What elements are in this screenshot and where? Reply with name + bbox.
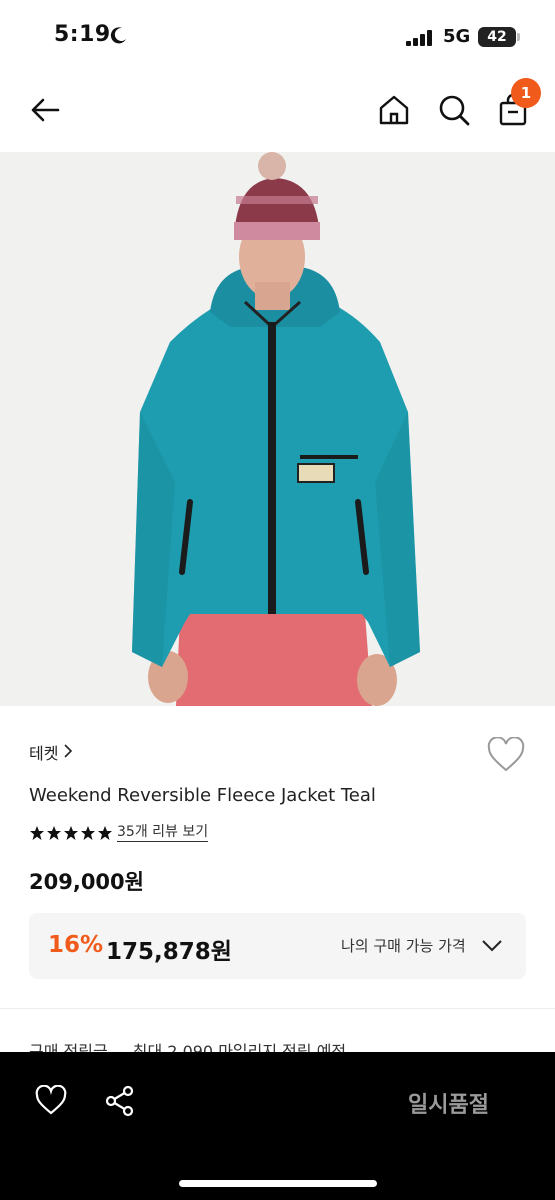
discount-rate: 16% xyxy=(48,932,104,958)
moon-icon xyxy=(110,27,126,44)
rating-stars xyxy=(29,825,113,841)
bottom-action-bar xyxy=(0,1052,555,1200)
star-icon xyxy=(98,826,112,840)
status-bar: 5:19 5G 42 xyxy=(0,0,555,72)
review-link[interactable]: 35개 리뷰 보기 xyxy=(117,823,209,842)
status-time: 5:19 xyxy=(54,22,111,47)
sale-price: 175,878원 xyxy=(106,939,232,965)
battery-level: 42 xyxy=(487,29,507,45)
home-indicator xyxy=(179,1180,377,1187)
chevron-down-icon[interactable] xyxy=(481,936,503,954)
search-icon[interactable] xyxy=(437,93,471,127)
signal-icon xyxy=(406,30,432,46)
star-icon xyxy=(47,826,61,840)
original-price: 209,000원 xyxy=(29,870,144,894)
share-icon[interactable] xyxy=(103,1084,137,1118)
star-icon xyxy=(30,826,44,840)
product-photo xyxy=(0,152,555,706)
cart-count-badge: 1 xyxy=(511,78,541,108)
product-title: Weekend Reversible Fleece Jacket Teal xyxy=(29,785,376,806)
back-arrow-icon[interactable] xyxy=(28,93,62,127)
star-icon xyxy=(64,826,78,840)
home-icon[interactable] xyxy=(377,93,411,127)
product-image[interactable] xyxy=(0,152,555,706)
star-icon xyxy=(81,826,95,840)
top-nav xyxy=(0,72,555,150)
my-price-label[interactable]: 나의 구매 가능 가격 xyxy=(341,935,466,956)
network-type: 5G xyxy=(443,26,471,47)
chevron-right-icon[interactable] xyxy=(63,744,73,758)
wishlist-heart-icon[interactable] xyxy=(487,737,525,773)
divider xyxy=(0,1008,555,1009)
brand-link[interactable]: 테켓 xyxy=(29,740,58,764)
battery-cap xyxy=(517,33,520,41)
soldout-button[interactable]: 일시품절 xyxy=(408,1087,489,1119)
battery-icon: 42 xyxy=(478,27,516,47)
heart-icon[interactable] xyxy=(35,1085,67,1117)
